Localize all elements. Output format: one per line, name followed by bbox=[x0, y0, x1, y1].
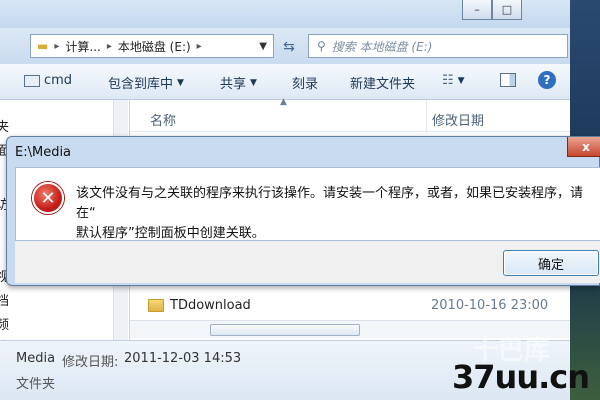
new-folder-label: 新建文件夹 bbox=[350, 77, 416, 92]
selected-item-name: Media bbox=[16, 351, 56, 366]
breadcrumb-separator: ▸ bbox=[106, 40, 112, 52]
dropdown-arrow-icon: ▼ bbox=[250, 77, 257, 88]
preview-pane-button[interactable] bbox=[500, 73, 516, 87]
sort-arrow-icon: ▲ bbox=[280, 97, 287, 107]
dialog-close-button[interactable]: x bbox=[567, 137, 600, 157]
search-input[interactable]: ⚲ 搜索 本地磁盘 (E:) bbox=[308, 34, 568, 58]
breadcrumb-separator: ▸ bbox=[54, 40, 60, 52]
minimize-button[interactable]: – bbox=[462, 0, 492, 20]
chevron-down-icon[interactable]: ▼ bbox=[259, 41, 267, 52]
address-bar-area: ▬ ▸ 计算... ▸ 本地磁盘 (E:) ▸ ▼ ⇆ ⚲ 搜索 本地磁盘 (E… bbox=[0, 28, 570, 64]
explorer-titlebar: – □ bbox=[0, 0, 570, 28]
dropdown-arrow-icon: ▼ bbox=[177, 77, 184, 88]
error-dialog: E:\Media x ✕ 该文件没有与之关联的程序来执行该操作。请安装一个程序，… bbox=[6, 136, 600, 286]
preview-pane-icon bbox=[500, 73, 516, 87]
address-bar[interactable]: ▬ ▸ 计算... ▸ 本地磁盘 (E:) ▸ ▼ bbox=[30, 34, 274, 58]
modified-value: 2011-12-03 14:53 bbox=[124, 351, 242, 366]
close-icon: x bbox=[582, 139, 590, 154]
include-in-library-button[interactable]: 包含到库中 ▼ bbox=[108, 73, 184, 92]
breadcrumb-separator: ▸ bbox=[196, 40, 202, 52]
selected-item-type: 文件夹 bbox=[16, 377, 56, 392]
site-watermark: 37uu.cn bbox=[452, 358, 590, 396]
dialog-message: 该文件没有与之关联的程序来执行该操作。请安装一个程序，或者，如果已安装程序，请在… bbox=[76, 184, 596, 244]
column-header-name[interactable]: 名称 bbox=[150, 110, 176, 129]
search-icon: ⚲ bbox=[317, 39, 326, 53]
share-label: 共享 bbox=[220, 77, 247, 92]
console-icon bbox=[24, 74, 40, 87]
view-list-icon: ☷ bbox=[442, 73, 454, 88]
dialog-title: E:\Media bbox=[15, 145, 72, 160]
breadcrumb-drive[interactable]: 本地磁盘 (E:) bbox=[118, 38, 191, 55]
burn-button[interactable]: 刻录 bbox=[292, 73, 318, 92]
folder-icon bbox=[148, 299, 164, 312]
list-item[interactable]: TDdownload bbox=[148, 298, 251, 313]
sidebar-item-documents[interactable]: 档 bbox=[0, 290, 9, 309]
command-bar: cmd 包含到库中 ▼ 共享 ▼ 刻录 新建文件夹 ☷ ▼ ? bbox=[0, 64, 570, 100]
refresh-icon[interactable]: ⇆ bbox=[276, 36, 302, 58]
new-folder-button[interactable]: 新建文件夹 bbox=[350, 73, 415, 92]
column-divider[interactable] bbox=[426, 100, 427, 132]
search-placeholder: 搜索 本地磁盘 (E:) bbox=[331, 39, 433, 54]
help-button[interactable]: ? bbox=[538, 71, 556, 89]
dropdown-arrow-icon: ▼ bbox=[457, 75, 465, 86]
sidebar-item-music[interactable]: 频 bbox=[0, 314, 9, 333]
help-icon: ? bbox=[538, 71, 556, 89]
scrollbar-thumb[interactable] bbox=[210, 324, 360, 336]
burn-label: 刻录 bbox=[292, 77, 319, 92]
file-name: TDdownload bbox=[170, 298, 251, 313]
dialog-body: ✕ 该文件没有与之关联的程序来执行该操作。请安装一个程序，或者，如果已安装程序，… bbox=[15, 167, 600, 241]
error-icon: ✕ bbox=[32, 182, 64, 214]
column-header-modified[interactable]: 修改日期 bbox=[432, 110, 484, 129]
file-modified-date: 2010-10-16 23:00 bbox=[431, 298, 549, 313]
share-button[interactable]: 共享 ▼ bbox=[220, 73, 257, 92]
folder-icon: ▬ bbox=[37, 39, 49, 53]
modified-label: 修改日期: bbox=[62, 355, 119, 370]
breadcrumb-computer[interactable]: 计算... bbox=[65, 38, 100, 55]
include-in-library-label: 包含到库中 bbox=[108, 77, 174, 92]
view-options-button[interactable]: ☷ ▼ bbox=[442, 73, 465, 88]
column-header-row: ▲ 名称 修改日期 bbox=[130, 97, 570, 132]
dialog-message-line-1: 该文件没有与之关联的程序来执行该操作。请安装一个程序，或者，如果已安装程序，请在… bbox=[76, 186, 584, 221]
maximize-button[interactable]: □ bbox=[492, 0, 522, 20]
cmd-button[interactable]: cmd bbox=[24, 73, 72, 88]
sidebar-item-favorites[interactable]: 夹 bbox=[0, 116, 9, 135]
cmd-label: cmd bbox=[44, 73, 73, 88]
dialog-footer: 确定 bbox=[15, 241, 600, 283]
ok-button[interactable]: 确定 bbox=[503, 250, 599, 276]
